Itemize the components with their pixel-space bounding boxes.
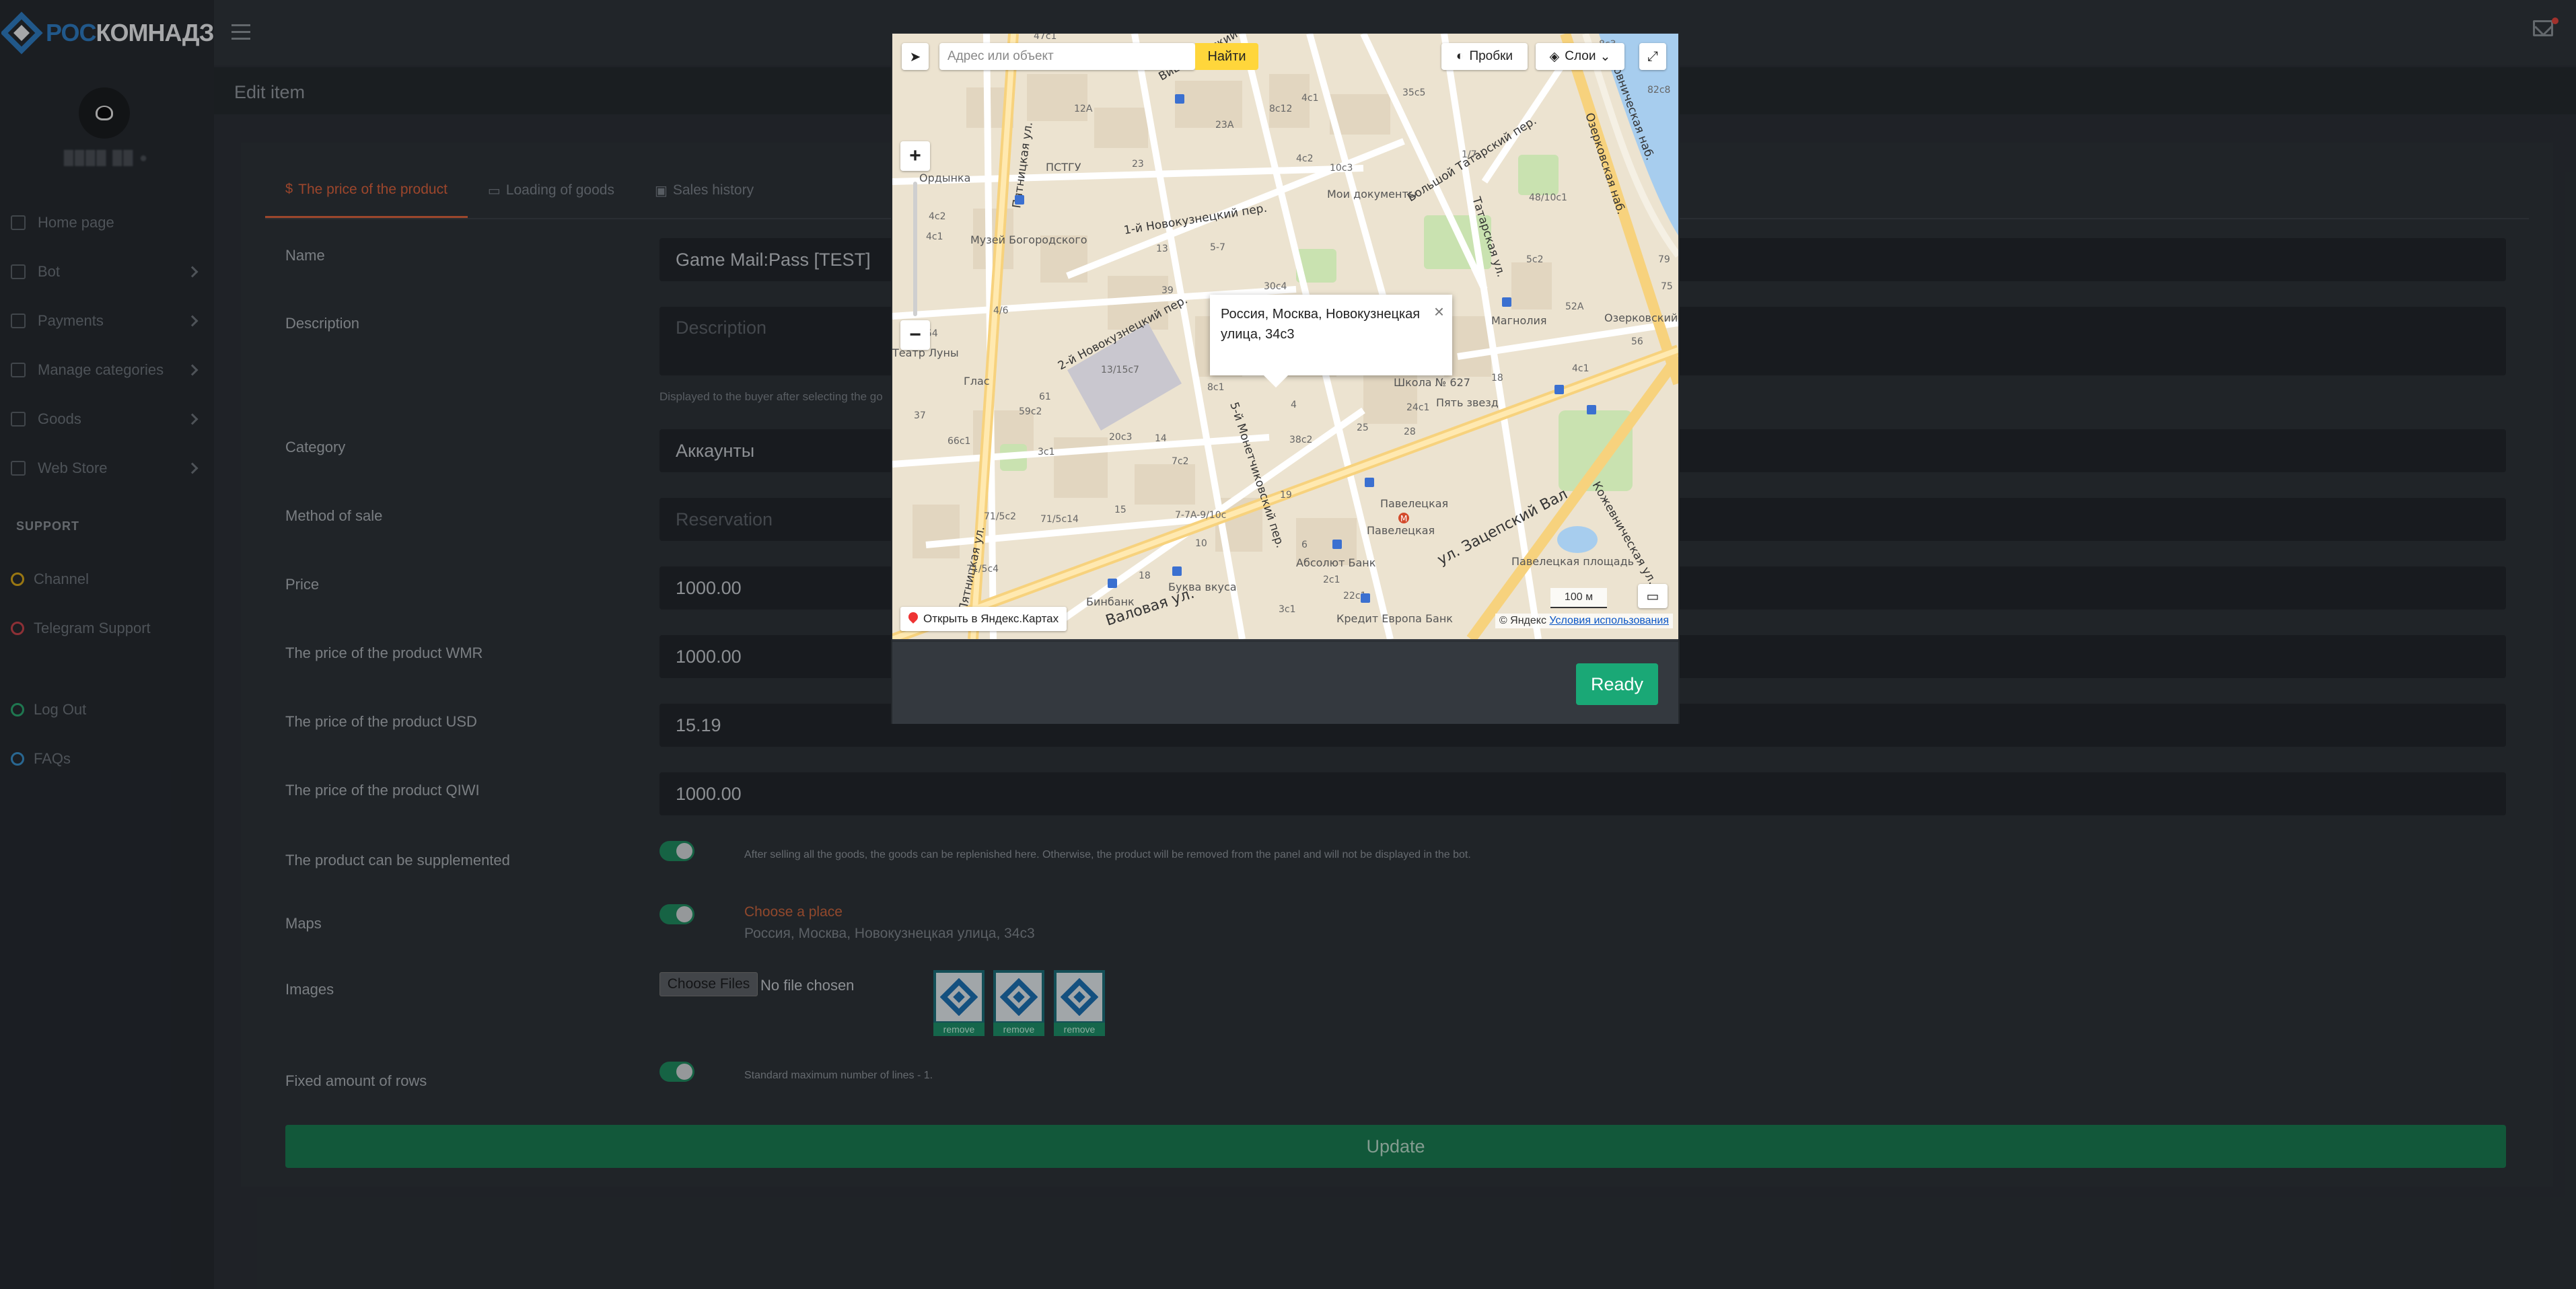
svg-text:48/10c1: 48/10c1 (1529, 192, 1567, 203)
poi-label: Кредит Европа Банк (1336, 612, 1453, 625)
svg-text:5c2: 5c2 (1526, 254, 1544, 265)
svg-text:M: M (1400, 514, 1407, 523)
svg-text:8c1: 8c1 (1207, 382, 1225, 393)
svg-text:38c2: 38c2 (1289, 435, 1312, 445)
poi-label: Глас (964, 375, 990, 388)
svg-text:82c8: 82c8 (1647, 85, 1670, 96)
svg-text:20c3: 20c3 (1109, 432, 1132, 443)
svg-text:23: 23 (1132, 159, 1144, 170)
ruler-icon[interactable]: ▭ (1638, 584, 1668, 608)
svg-text:6: 6 (1301, 540, 1308, 550)
svg-text:71/5c14: 71/5c14 (1040, 514, 1079, 525)
svg-text:18: 18 (1139, 570, 1151, 581)
svg-text:4: 4 (1291, 400, 1297, 410)
svg-text:24c1: 24c1 (1406, 402, 1429, 413)
poi-label: Озерковский (1604, 311, 1678, 324)
open-in-yandex-maps-link[interactable]: Открыть в Яндекс.Картах (900, 607, 1067, 631)
map-scale: 100 м (1550, 588, 1607, 608)
svg-text:3c1: 3c1 (1038, 447, 1055, 457)
poi-label: Павелецкая площадь (1511, 555, 1634, 568)
traffic-button[interactable]: ◐ Пробки (1441, 43, 1528, 70)
svg-text:79: 79 (1658, 254, 1670, 265)
poi-label: Мои документы (1327, 188, 1417, 200)
svg-text:66c1: 66c1 (947, 436, 970, 447)
fullscreen-icon[interactable]: ⤢ (1639, 43, 1666, 70)
svg-text:1/7: 1/7 (1462, 149, 1477, 160)
poi-label: Магнолия (1491, 314, 1547, 327)
zoom-in-button[interactable]: + (900, 141, 930, 171)
zoom-out-button[interactable]: − (900, 320, 930, 350)
zoom-slider[interactable] (913, 182, 917, 316)
svg-text:4c1: 4c1 (926, 231, 943, 242)
ready-button[interactable]: Ready (1576, 663, 1658, 705)
svg-text:2c1: 2c1 (1323, 575, 1340, 585)
poi-label: Бинбанк (1086, 595, 1135, 608)
poi-label: Ордынка (919, 172, 970, 184)
svg-text:25: 25 (1357, 422, 1369, 433)
svg-text:71/5c4: 71/5c4 (966, 564, 999, 575)
svg-text:10c3: 10c3 (1330, 163, 1353, 174)
svg-text:7c2: 7c2 (1172, 456, 1189, 467)
poi-label: Буква вкуса (1168, 581, 1237, 593)
svg-text:30c4: 30c4 (1264, 281, 1287, 292)
svg-text:19: 19 (1280, 490, 1292, 501)
balloon-address: Россия, Москва, Новокузнецкая улица, 34с… (1221, 307, 1421, 342)
map-copyright: © Яндекс Условия использования (1495, 614, 1673, 628)
map-search-button[interactable]: Найти (1195, 43, 1258, 70)
svg-text:37: 37 (914, 410, 926, 421)
svg-text:12A: 12A (1074, 104, 1093, 114)
map-balloon: Россия, Москва, Новокузнецкая улица, 34с… (1210, 295, 1452, 388)
poi-label: Павелецкая (1367, 524, 1435, 537)
svg-text:8c12: 8c12 (1269, 104, 1292, 114)
terms-link[interactable]: Условия использования (1549, 615, 1669, 626)
poi-label: Абсолют Банк (1296, 556, 1376, 569)
map-modal: Пятницкая ул. Пятницкая ул. 1-й Новокузн… (891, 32, 1680, 724)
layers-icon: ◈ (1549, 49, 1560, 64)
svg-text:14: 14 (1155, 433, 1167, 444)
svg-text:47c1: 47c1 (1034, 34, 1057, 42)
svg-text:18: 18 (1491, 373, 1503, 383)
poi-label: Пять звезд (1436, 396, 1499, 409)
map-canvas[interactable]: Пятницкая ул. Пятницкая ул. 1-й Новокузн… (892, 34, 1678, 639)
svg-text:61: 61 (1039, 392, 1051, 402)
chevron-down-icon: ⌄ (1600, 49, 1611, 64)
modal-footer: Ready (892, 640, 1678, 724)
svg-text:4/6: 4/6 (993, 305, 1009, 316)
svg-text:71/5c2: 71/5c2 (984, 511, 1016, 522)
svg-text:52A: 52A (1565, 301, 1584, 312)
svg-text:15: 15 (1114, 505, 1126, 515)
svg-text:4c1: 4c1 (1301, 93, 1319, 104)
svg-text:23A: 23A (1215, 120, 1234, 131)
svg-text:59c2: 59c2 (1019, 406, 1042, 417)
geolocation-icon[interactable]: ➤ (902, 43, 929, 70)
map-search-input[interactable]: Адрес или объект (939, 43, 1195, 70)
svg-text:4c2: 4c2 (929, 211, 946, 222)
svg-text:10: 10 (1195, 538, 1207, 549)
poi-label: Музей Богородского (970, 233, 1087, 246)
svg-text:3c1: 3c1 (1279, 604, 1296, 615)
poi-label: Павелецкая (1380, 497, 1448, 510)
svg-text:13/15c7: 13/15c7 (1101, 365, 1139, 375)
svg-text:56: 56 (1631, 336, 1643, 347)
layers-button[interactable]: ◈ Слои ⌄ (1536, 43, 1624, 70)
traffic-light-icon: ◐ (1456, 49, 1464, 63)
close-icon[interactable]: × (1434, 301, 1444, 322)
svg-text:75: 75 (1661, 281, 1673, 292)
svg-text:4c2: 4c2 (1296, 153, 1314, 164)
svg-text:5-7: 5-7 (1210, 242, 1225, 253)
svg-text:28: 28 (1404, 427, 1416, 437)
svg-text:39: 39 (1161, 285, 1174, 296)
svg-text:7-7A-9/10c: 7-7A-9/10c (1175, 510, 1226, 521)
svg-text:4c1: 4c1 (1572, 363, 1589, 374)
svg-text:35c5: 35c5 (1402, 87, 1425, 98)
svg-text:13: 13 (1156, 244, 1168, 254)
poi-label: Школа № 627 (1394, 376, 1470, 389)
poi-label: ПСТГУ (1046, 161, 1081, 174)
